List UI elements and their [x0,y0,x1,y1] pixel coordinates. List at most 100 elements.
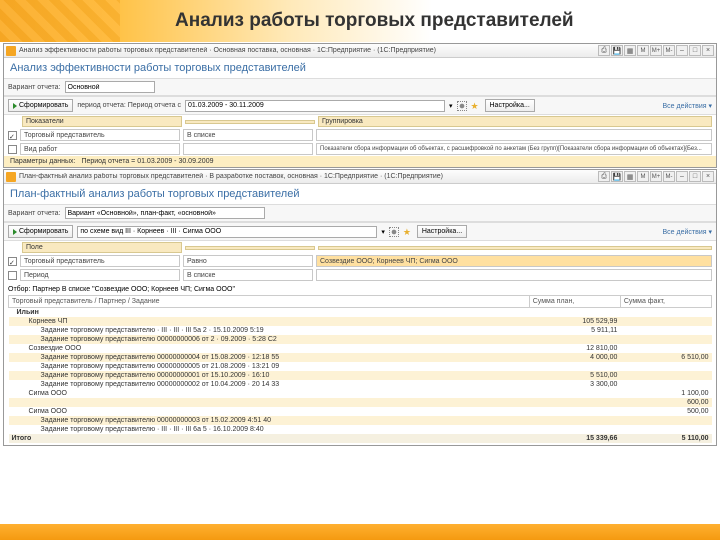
close-button[interactable]: × [702,45,714,56]
gear-icon[interactable] [389,227,399,237]
table-row[interactable]: Задание торговому представителю · III · … [9,326,712,335]
params-band: Параметры данных: Период отчета = 01.03.… [4,156,716,167]
table-row[interactable]: Задание торговому представителю · III · … [9,425,712,434]
total-fact: 5 110,00 [620,434,711,443]
minimize-button[interactable]: – [676,45,688,56]
star-icon[interactable]: ★ [403,227,413,237]
filter-val-1[interactable] [316,129,712,141]
filter-field-1[interactable]: Торговый представитель [20,129,180,141]
col-plan: Сумма план, [529,296,620,308]
titlebar-text: Анализ эффективности работы торговых пре… [19,47,436,54]
table-row[interactable]: Сигма ООО1 100,00 [9,389,712,398]
mem-mplus[interactable]: M+ [650,45,662,56]
scheme-input[interactable] [77,226,377,238]
row-value [529,416,620,425]
filter-checkbox-2[interactable] [8,271,17,280]
table-row[interactable]: Сигма ООО500,00 [9,407,712,416]
filter-val-2[interactable] [316,269,712,281]
slide-title: Анализ работы торговых представителей [175,10,574,32]
row-label [9,398,530,407]
all-actions-link[interactable]: Все действия ▾ [663,102,712,110]
play-icon [13,229,17,235]
filter-op-2[interactable] [183,143,313,155]
row-value: 105 529,99 [529,317,620,326]
filter-checkbox-1[interactable] [8,257,17,266]
selection-label: Отбор: [8,286,30,293]
minimize-button[interactable]: – [676,171,688,182]
row-value: 6 510,00 [620,353,711,362]
close-button[interactable]: × [702,171,714,182]
table-row[interactable]: Задание торговому представителю 00000000… [9,362,712,371]
period-label: период отчета: Период отчета с [77,102,181,109]
mem-m[interactable]: M [637,45,649,56]
mem-mminus[interactable]: M- [663,45,675,56]
report-title: Анализ эффективности работы торговых пре… [4,58,716,78]
variant-input[interactable] [65,207,265,219]
total-label: Итого [9,434,530,443]
mem-mplus[interactable]: M+ [650,171,662,182]
titlebar: План-фактный анализ работы торговых пред… [4,170,716,184]
print-icon[interactable]: ⎙ [598,45,610,56]
filter-field-2[interactable]: Вид работ [20,143,180,155]
app-icon [6,46,16,56]
row-value [620,317,711,326]
star-icon[interactable]: ★ [471,101,481,111]
table-row[interactable]: Ильин [9,308,712,318]
filter-op-2[interactable]: В списке [183,269,313,281]
row-label: Задание торговому представителю · III · … [9,326,530,335]
row-value [529,335,620,344]
filter-field-1[interactable]: Торговый представитель [20,255,180,267]
filter-checkbox-1[interactable] [8,131,17,140]
table-row[interactable]: Задание торговому представителю 00000000… [9,371,712,380]
filter-val-1[interactable]: Созвездие ООО; Корнеев ЧП; Сигма ООО [316,255,712,267]
filter-field-2[interactable]: Период [20,269,180,281]
row-label: Корнеев ЧП [9,317,530,326]
row-value [529,425,620,434]
table-row[interactable]: Задание торговому представителю 00000000… [9,353,712,362]
print-icon[interactable]: ⎙ [598,171,610,182]
save-icon[interactable]: 💾 [611,171,623,182]
row-label: Ильин [9,308,530,318]
row-value [620,308,711,318]
row-value: 600,00 [620,398,711,407]
col-name: Торговый представитель / Партнер / Задан… [9,296,530,308]
row-value: 12 810,00 [529,344,620,353]
generate-button[interactable]: Сформировать [8,225,73,238]
params-value: Период отчета = 01.03.2009 - 30.09.2009 [81,158,213,165]
table-row[interactable]: Задание торговому представителю 00000000… [9,380,712,389]
table-row[interactable]: Задание торговому представителю 00000000… [9,416,712,425]
table-row[interactable]: 600,00 [9,398,712,407]
save-icon[interactable]: 💾 [611,45,623,56]
row-value [529,362,620,371]
calc-icon[interactable]: ▦ [624,171,636,182]
mem-m[interactable]: M [637,171,649,182]
row-label: Задание торговому представителю 00000000… [9,371,530,380]
generate-button[interactable]: Сформировать [8,99,73,112]
period-input[interactable] [185,100,445,112]
table-row[interactable]: Задание торговому представителю 00000000… [9,335,712,344]
calc-icon[interactable]: ▦ [624,45,636,56]
variant-toolbar: Вариант отчета: [4,204,716,222]
filter-op-1[interactable]: В списке [183,129,313,141]
settings-button[interactable]: Настройка... [417,225,467,238]
row-value: 500,00 [620,407,711,416]
settings-button[interactable]: Настройка... [485,99,535,112]
variant-input[interactable] [65,81,155,93]
gear-icon[interactable] [457,101,467,111]
titlebar-actions: ⎙ 💾 ▦ M M+ M- – □ × [598,171,714,182]
table-row[interactable]: Созвездие ООО12 810,00 [9,344,712,353]
report-body: Отбор: Партнер В списке "Созвездие ООО; … [4,282,716,445]
filter-row-1: Торговый представитель В списке [4,128,716,142]
filter-val-2[interactable]: Показатели сбора информации об объектах,… [316,143,712,155]
mem-mminus[interactable]: M- [663,171,675,182]
all-actions-link[interactable]: Все действия ▾ [663,228,712,236]
row-value: 4 000,00 [529,353,620,362]
total-plan: 15 339,66 [529,434,620,443]
table-row[interactable]: Корнеев ЧП105 529,99 [9,317,712,326]
maximize-button[interactable]: □ [689,171,701,182]
filter-checkbox-2[interactable] [8,145,17,154]
filter-op-1[interactable]: Равно [183,255,313,267]
col-fact: Сумма факт, [620,296,711,308]
maximize-button[interactable]: □ [689,45,701,56]
row-value [529,398,620,407]
